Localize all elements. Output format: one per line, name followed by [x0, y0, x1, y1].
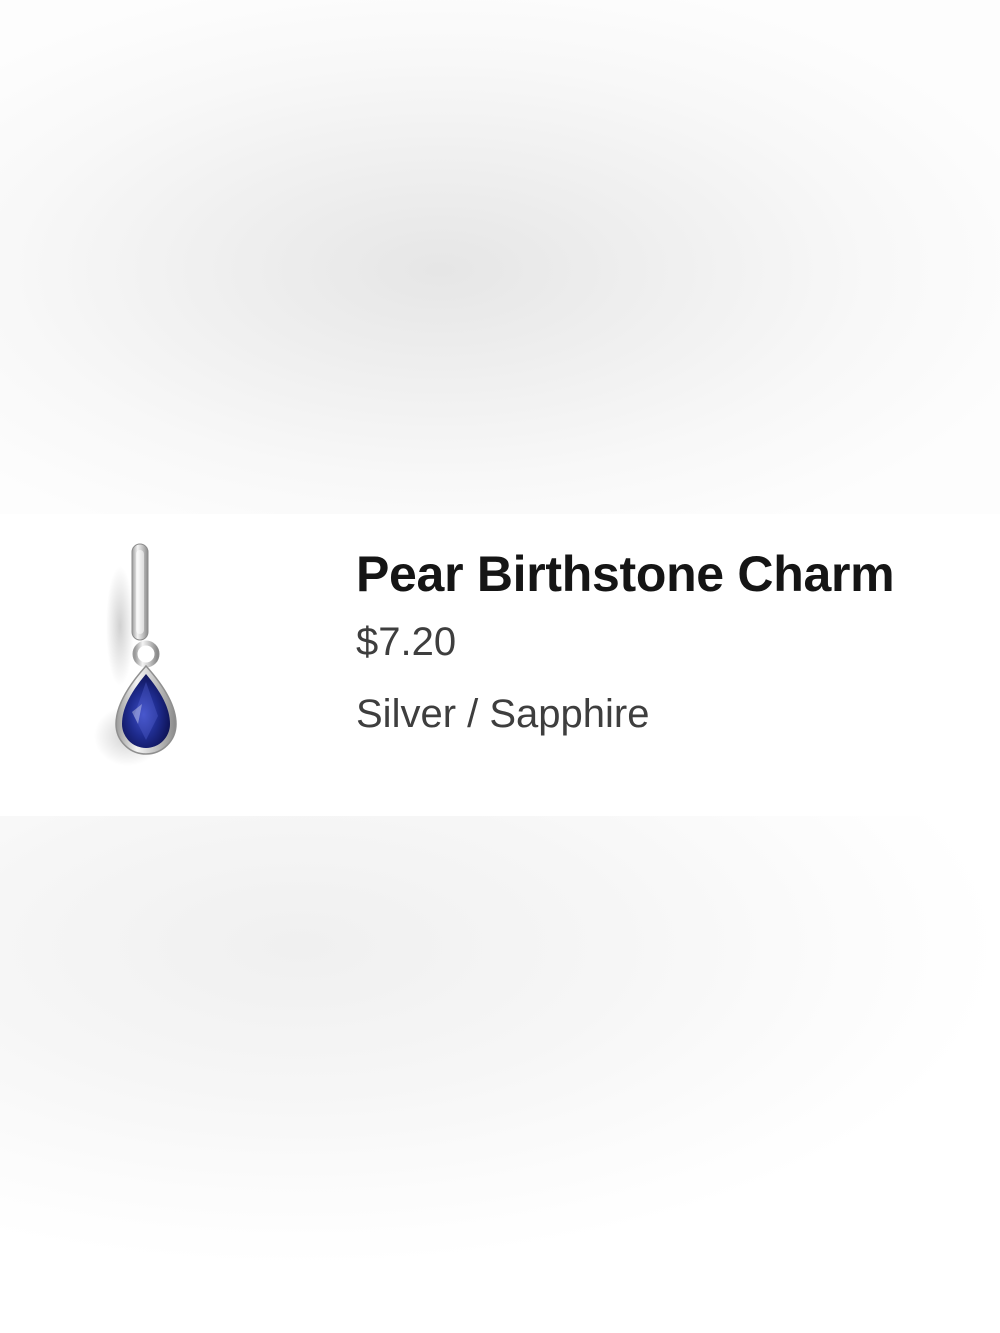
cart-item-card[interactable]: Pear Birthstone Charm $7.20 Silver / Sap…	[0, 514, 1000, 816]
product-price: $7.20	[356, 620, 457, 664]
screen: Pear Birthstone Charm $7.20 Silver / Sap…	[0, 0, 1000, 1333]
product-title[interactable]: Pear Birthstone Charm	[356, 544, 980, 604]
pear-sapphire-charm-icon	[94, 543, 177, 766]
blurred-background-top	[0, 0, 1000, 514]
product-info: Pear Birthstone Charm $7.20 Silver / Sap…	[356, 544, 980, 738]
product-variant: Silver / Sapphire	[356, 692, 650, 736]
product-thumbnail[interactable]	[80, 536, 210, 776]
blurred-background-bottom	[0, 816, 1000, 1333]
